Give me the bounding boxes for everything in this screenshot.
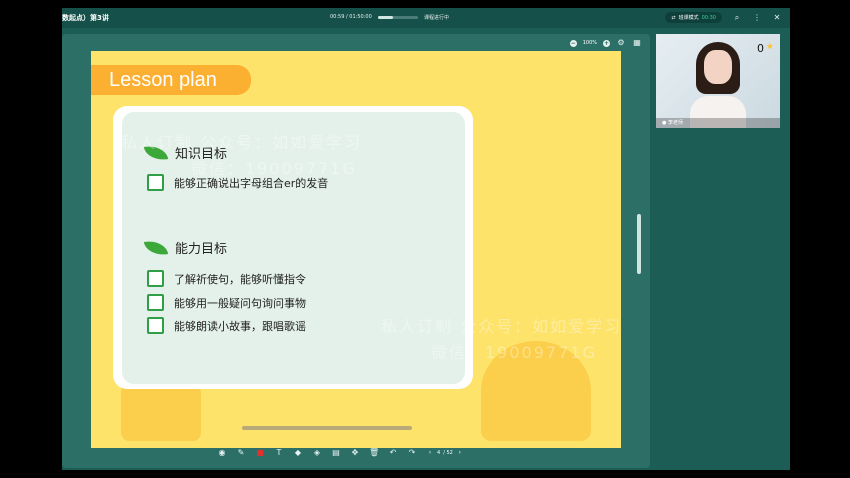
list-item: 了解祈使句，能够听懂指令 — [147, 270, 306, 287]
time-current: 00:59 — [330, 14, 345, 20]
checkbox — [147, 270, 164, 287]
progress-fill — [378, 16, 394, 19]
reward-score: 0 — [757, 42, 764, 55]
drawing-toolbar: ◉ ✎ ■ T ◆ ◈ ▤ ✥ 🗑 ↶ ↷ ‹ 4 / 52 › — [217, 448, 464, 458]
slide-title: Lesson plan — [109, 69, 217, 91]
item-text: 了解祈使句，能够听懂指令 — [174, 272, 306, 286]
list-item: 能够用一般疑问句询问事物 — [147, 294, 306, 311]
page-total: / 52 — [443, 450, 453, 456]
item-text: 能够朗读小故事，跟唱歌谣 — [174, 319, 306, 333]
grid-icon[interactable]: ▦ — [632, 38, 642, 48]
video-footer: ● 李老师 — [656, 118, 780, 128]
switch-time: 00:30 — [701, 14, 716, 21]
eraser-icon[interactable]: ◈ — [312, 448, 322, 458]
pen-icon[interactable]: ✎ — [236, 448, 246, 458]
page-navigator: ‹ 4 / 52 › — [426, 449, 464, 457]
trash-icon[interactable]: 🗑 — [369, 448, 379, 458]
list-item: 能够朗读小故事，跟唱歌谣 — [147, 317, 306, 334]
switch-icon: ⇄ — [671, 14, 676, 21]
text-icon[interactable]: T — [274, 448, 284, 458]
checkbox — [147, 294, 164, 311]
courseware-stage: − 100% + ⚙ ▦ Lesson plan 知识目标 能够正确说出字母组合… — [62, 34, 650, 468]
leaf-icon — [143, 237, 169, 258]
top-bar: 数起点）第3讲 00:59 / 01:50:00 课程进行中 ⇄ 班课模式 00… — [62, 8, 790, 28]
page-current: 4 — [437, 450, 441, 456]
search-icon[interactable]: ⌕ — [732, 13, 742, 23]
time-separator: / — [346, 14, 348, 20]
mode-switch-button[interactable]: ⇄ 班课模式 00:30 — [665, 12, 722, 23]
next-page-icon[interactable]: › — [455, 449, 464, 457]
undo-icon[interactable]: ↶ — [388, 448, 398, 458]
horizontal-scrollbar[interactable] — [242, 426, 412, 430]
whiteboard-icon[interactable]: ▤ — [331, 448, 341, 458]
zoom-in-icon[interactable]: + — [603, 39, 610, 47]
tag-icon[interactable]: ◆ — [293, 448, 303, 458]
close-icon[interactable]: ✕ — [772, 13, 782, 23]
course-title: 数起点）第3讲 — [62, 14, 109, 22]
classroom-window: 数起点）第3讲 00:59 / 01:50:00 课程进行中 ⇄ 班课模式 00… — [62, 8, 790, 470]
section-ability: 能力目标 — [143, 237, 228, 258]
teacher-name: 李老师 — [667, 120, 683, 126]
item-text: 能够用一般疑问句询问事物 — [174, 296, 306, 310]
checkbox — [147, 174, 164, 191]
face — [704, 50, 732, 84]
color-icon[interactable]: ■ — [255, 448, 265, 458]
record-icon[interactable]: ◉ — [217, 448, 227, 458]
watermark: 微信：19009771G — [191, 159, 357, 178]
star-icon: ★ — [765, 42, 774, 52]
zoom-out-icon[interactable]: − — [569, 39, 577, 47]
move-icon[interactable]: ✥ — [350, 448, 360, 458]
mic-icon: ● — [662, 120, 667, 126]
redo-icon[interactable]: ↷ — [407, 448, 417, 458]
time-display: 00:59 / 01:50:00 — [330, 14, 372, 20]
class-progress-bar — [378, 16, 418, 19]
time-total: 01:50:00 — [349, 14, 372, 20]
settings-icon[interactable]: ⚙ — [616, 38, 626, 48]
watermark: 私人订制 公众号：如如爱学习 — [381, 317, 621, 336]
prev-page-icon[interactable]: ‹ — [426, 449, 434, 457]
slide: Lesson plan 知识目标 能够正确说出字母组合er的发音 能力目标 了解… — [91, 51, 621, 448]
watermark: 微信：19009771G — [431, 343, 597, 362]
teacher-video: 0 ★ ● 李老师 — [656, 34, 780, 128]
class-status: 课程进行中 — [424, 15, 450, 21]
more-icon[interactable]: ⋮ — [752, 13, 762, 23]
switch-label: 班课模式 — [678, 15, 699, 21]
vertical-scrollbar[interactable] — [637, 214, 641, 274]
checkbox — [147, 317, 164, 334]
section-heading: 能力目标 — [175, 242, 228, 257]
zoom-level: 100% — [582, 40, 597, 46]
watermark: 私人订制 公众号：如如爱学习 — [121, 133, 363, 152]
teacher-figure — [690, 40, 746, 128]
